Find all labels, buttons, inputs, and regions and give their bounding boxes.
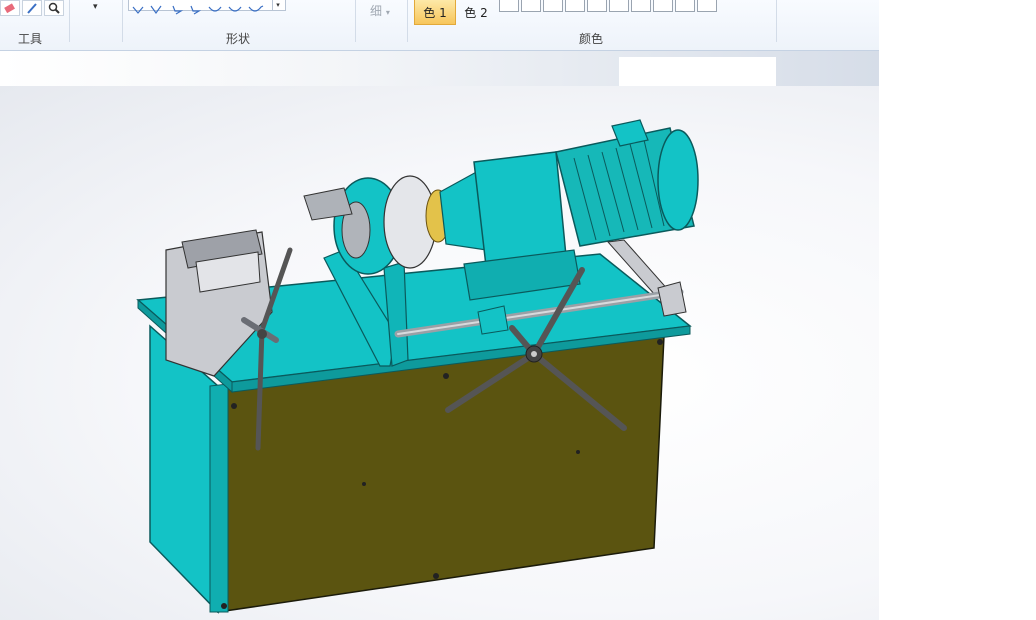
shapes-gallery[interactable]	[128, 0, 286, 15]
shapes-more-button[interactable]: ▾	[272, 0, 283, 10]
ribbon: 工具 ▾ ▾ 形状 细 ▾ 色 1 色 2 颜色	[0, 0, 879, 51]
vise-handle-hub	[257, 329, 267, 339]
color-swatch[interactable]	[543, 0, 563, 12]
separator	[355, 0, 356, 42]
size-button[interactable]: 细 ▾	[370, 2, 390, 19]
color-swatch[interactable]	[521, 0, 541, 12]
hand-wheel-center	[531, 351, 537, 357]
size-label: 细	[370, 4, 383, 18]
separator	[407, 0, 408, 42]
eraser-icon[interactable]	[0, 0, 20, 16]
tools-group-label: 工具	[18, 32, 43, 46]
magnifier-icon[interactable]	[44, 0, 64, 16]
color-swatch[interactable]	[697, 0, 717, 12]
color-swatch[interactable]	[675, 0, 695, 12]
fixture-clamp	[303, 187, 353, 221]
color-swatch[interactable]	[609, 0, 629, 12]
motor-endcap	[657, 129, 699, 231]
brush-dropdown-arrow[interactable]: ▾	[93, 2, 98, 12]
screw	[433, 573, 439, 579]
machine-drawing	[136, 119, 699, 614]
shapes-group-label: 形状	[226, 32, 251, 46]
color-swatch[interactable]	[631, 0, 651, 12]
gearbox-body	[473, 151, 567, 267]
color-swatch[interactable]	[565, 0, 585, 12]
color2-button[interactable]: 色 2	[460, 0, 492, 24]
paint-window: 工具 ▾ ▾ 形状 细 ▾ 色 1 色 2 颜色	[0, 0, 879, 620]
screw	[576, 450, 580, 454]
canvas-white-area[interactable]	[619, 57, 776, 86]
screw	[221, 603, 227, 609]
screw	[657, 339, 663, 345]
screw	[231, 403, 237, 409]
color-swatch[interactable]	[499, 0, 519, 12]
size-dropdown-arrow: ▾	[385, 8, 390, 17]
separator	[776, 0, 777, 42]
screw	[362, 482, 366, 486]
machine-picture[interactable]	[0, 86, 879, 620]
separator	[69, 0, 70, 42]
color-swatch[interactable]	[653, 0, 673, 12]
cabinet-frame-edge	[209, 383, 229, 613]
color-picker-icon[interactable]	[22, 0, 42, 16]
color1-button[interactable]: 色 1	[414, 0, 456, 25]
screw	[443, 373, 449, 379]
color-swatch[interactable]	[587, 0, 607, 12]
separator	[122, 0, 123, 42]
colors-group-label: 颜色	[579, 32, 604, 46]
